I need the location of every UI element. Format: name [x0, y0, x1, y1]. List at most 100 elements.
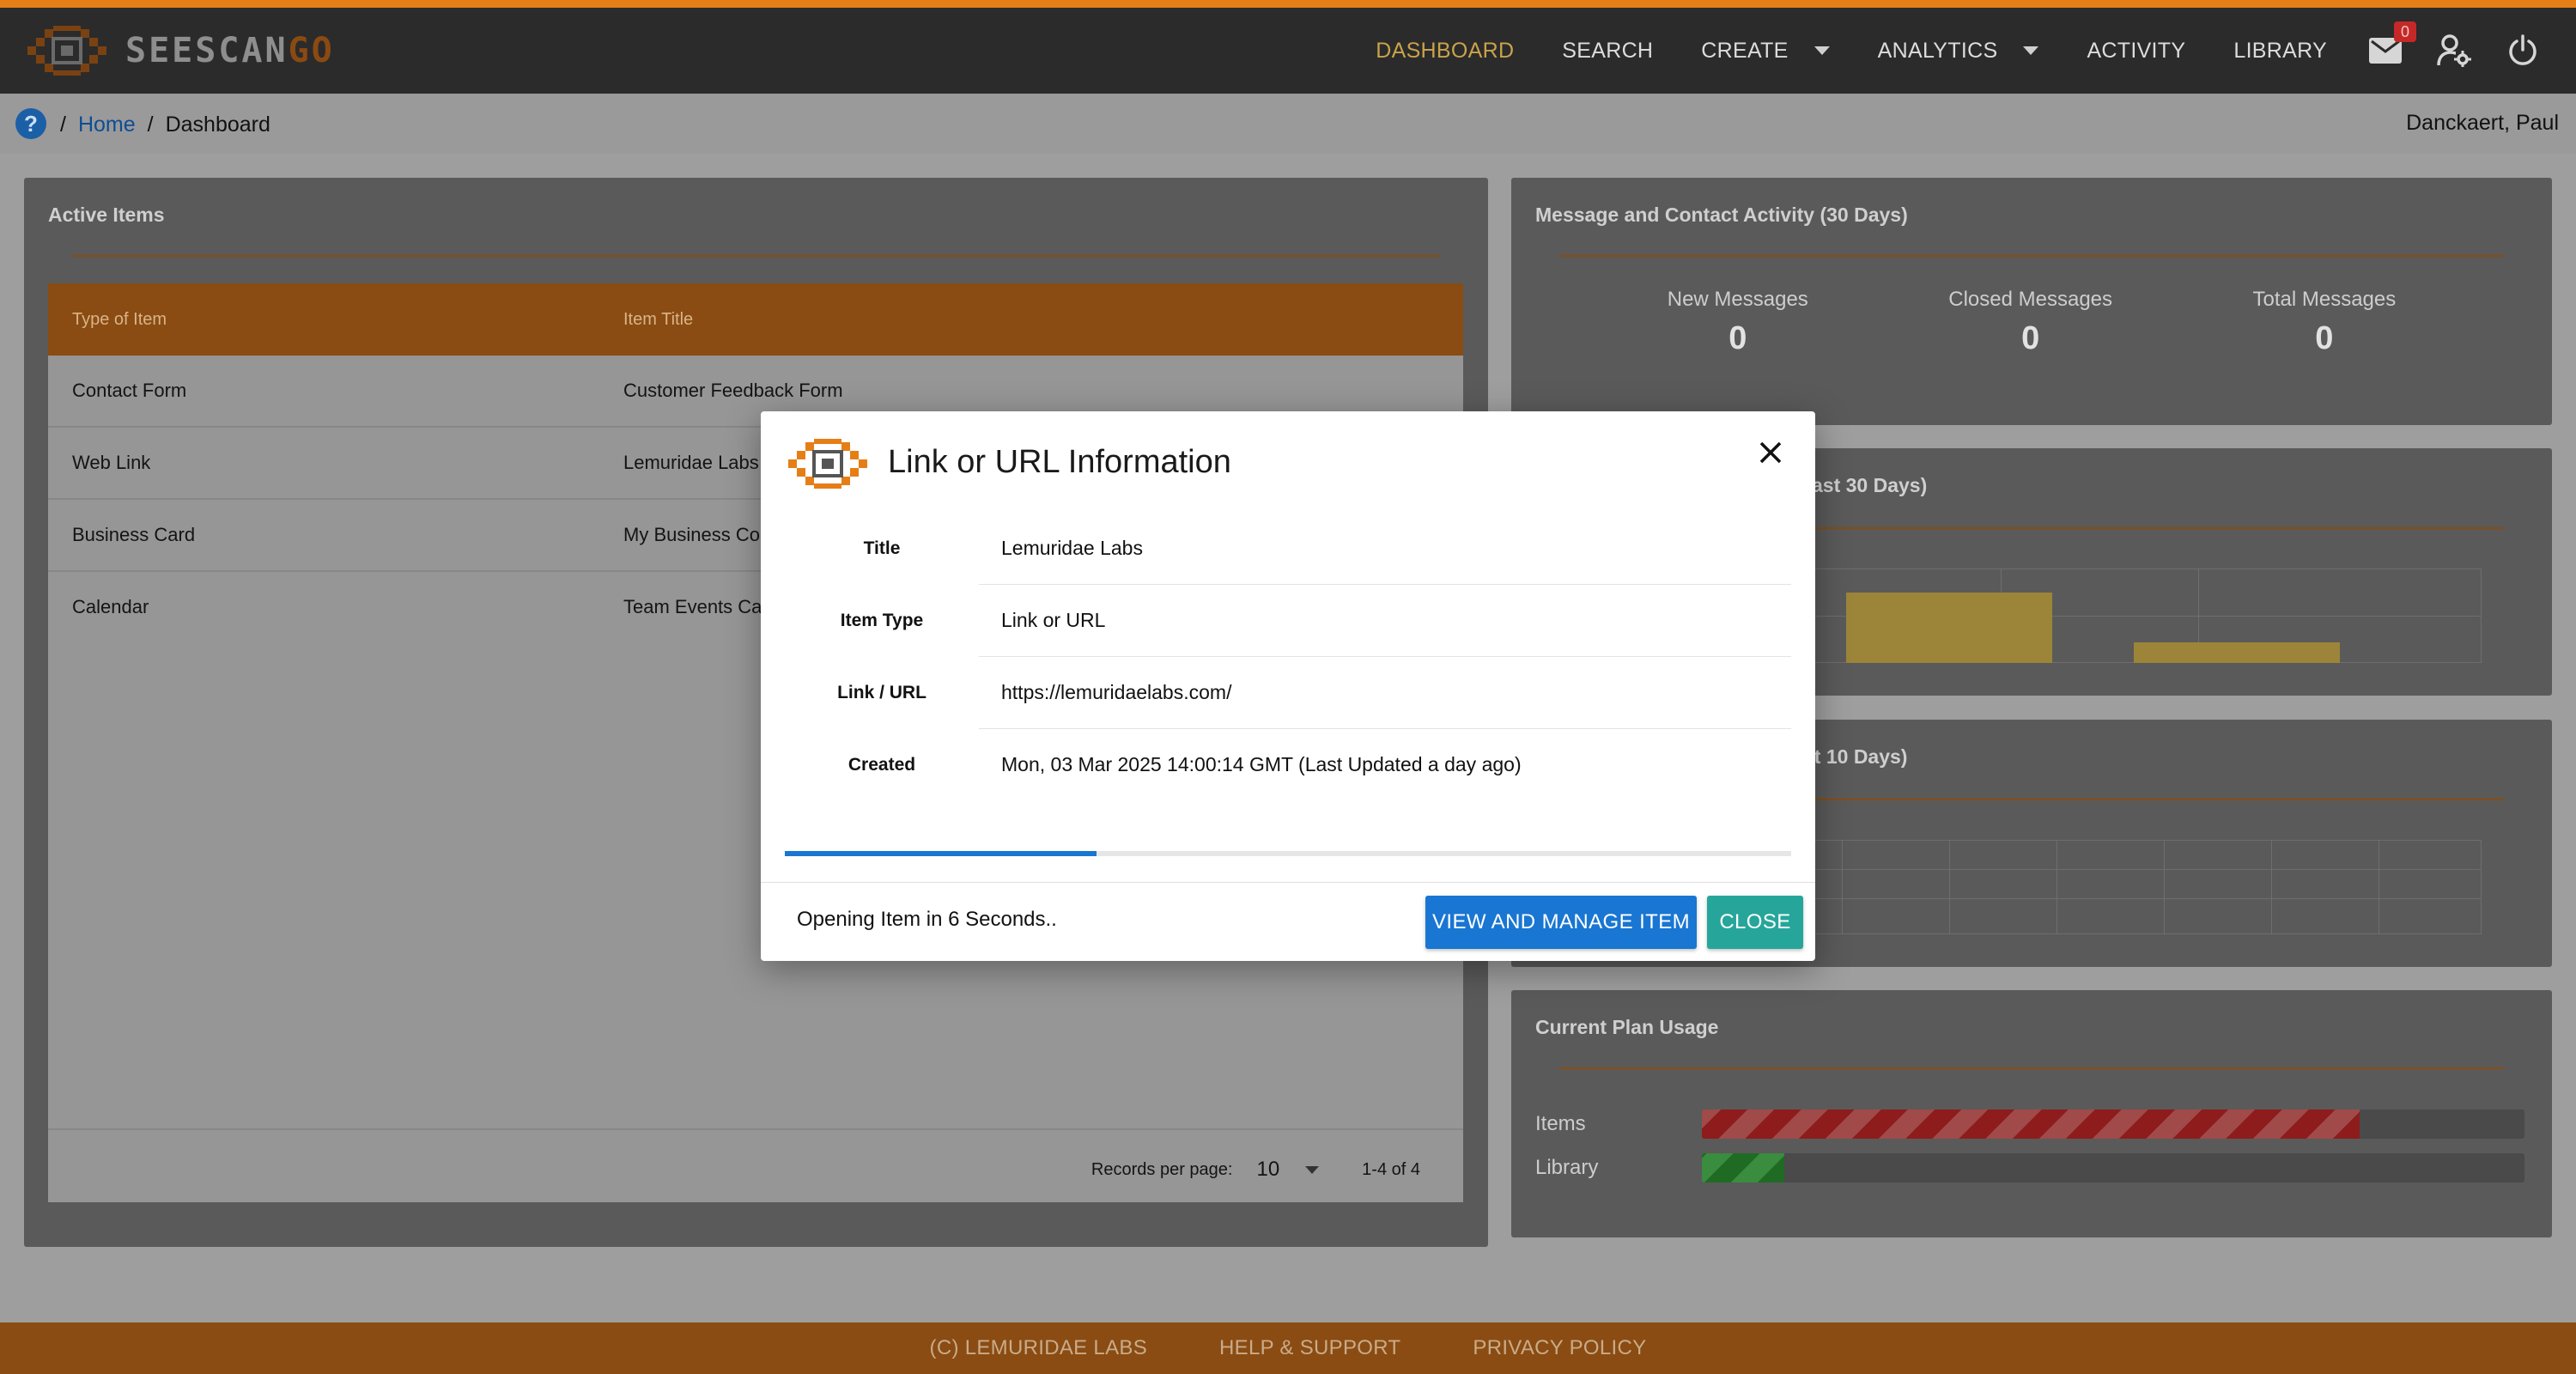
info-value: Lemuridae Labs — [1001, 537, 1143, 559]
info-label: Link / URL — [837, 683, 927, 702]
message-activity-card: Message and Contact Activity (30 Days) N… — [1511, 178, 2552, 425]
plan-usage-title: Current Plan Usage — [1535, 1016, 1719, 1038]
top-navbar: SEESCANGO DASHBOARD SEARCH CREATE ANALYT… — [0, 8, 2576, 94]
link-info-dialog: Link or URL Information Title Lemuridae … — [761, 411, 1815, 961]
records-per-page-value: 10 — [1256, 1158, 1280, 1181]
power-icon — [2509, 34, 2537, 65]
breadcrumb-bar: ? / Home / Dashboard Danckaert, Paul — [0, 94, 2576, 154]
redirect-progress-fill — [785, 851, 1097, 856]
nav-library[interactable]: LIBRARY — [2233, 39, 2327, 64]
info-label: Title — [863, 538, 901, 558]
plan-items-fill — [1702, 1110, 2360, 1139]
stat-value: 0 — [2315, 320, 2334, 356]
plan-usage-card: Current Plan Usage Items Library — [1511, 990, 2552, 1237]
footer-help-link[interactable]: HELP & SUPPORT — [1219, 1336, 1400, 1360]
info-value: Link or URL — [1001, 609, 1106, 631]
footer-privacy-link[interactable]: PRIVACY POLICY — [1473, 1336, 1646, 1360]
chevron-down-icon — [1305, 1165, 1320, 1174]
nav-dashboard[interactable]: DASHBOARD — [1376, 39, 1514, 64]
plan-items-bar — [1702, 1110, 2524, 1139]
dialog-close-button[interactable] — [1752, 434, 1789, 471]
cell-type: Contact Form — [72, 380, 187, 401]
cell-type: Web Link — [72, 452, 151, 473]
chart-30-title: ast 30 Days) — [1812, 474, 1928, 496]
plan-library-label: Library — [1535, 1156, 1599, 1179]
column-header-title[interactable]: Item Title — [623, 310, 693, 330]
card-divider — [72, 255, 1440, 257]
redirect-status: Opening Item in 6 Seconds.. — [797, 908, 1057, 931]
user-name: Danckaert, Paul — [2406, 111, 2559, 135]
nav-search[interactable]: SEARCH — [1562, 39, 1653, 64]
plan-library-bar — [1702, 1153, 2524, 1182]
info-label: Item Type — [840, 611, 924, 630]
view-manage-item-button[interactable]: VIEW AND MANAGE ITEM — [1425, 896, 1697, 949]
eye-logo-icon — [788, 439, 867, 489]
message-activity-title: Message and Contact Activity (30 Days) — [1535, 204, 1908, 226]
dialog-divider — [761, 882, 1815, 883]
info-row-created: Created Mon, 03 Mar 2025 14:00:14 GMT (L… — [785, 729, 1791, 801]
table-header: Type of Item Item Title — [48, 283, 1463, 356]
cell-title: My Business Co — [623, 524, 760, 545]
active-items-title: Active Items — [48, 204, 165, 226]
stat-label: Total Messages — [2252, 288, 2397, 311]
cell-type: Calendar — [72, 596, 149, 617]
stat-label: New Messages — [1667, 288, 1808, 311]
info-value: Mon, 03 Mar 2025 14:00:14 GMT (Last Upda… — [1001, 753, 1522, 775]
card-divider — [1559, 1067, 2504, 1069]
nav-create-label: CREATE — [1701, 38, 1789, 63]
mail-button[interactable]: 0 — [2366, 21, 2416, 70]
accent-strip — [0, 0, 2576, 8]
records-per-page-select[interactable]: 10 — [1256, 1158, 1320, 1182]
info-row-item-type: Item Type Link or URL — [785, 585, 1791, 657]
chart-bar[interactable] — [1846, 592, 2052, 663]
info-value[interactable]: https://lemuridaelabs.com/ — [1001, 681, 1231, 704]
redirect-progress-bar — [785, 851, 1791, 856]
footer: (C) LEMURIDAE LABS HELP & SUPPORT PRIVAC… — [0, 1322, 2576, 1374]
gridline — [2481, 568, 2482, 663]
column-header-type[interactable]: Type of Item — [72, 310, 167, 330]
mail-count-badge: 0 — [2394, 21, 2416, 42]
gridline — [2271, 840, 2272, 934]
logout-button[interactable] — [2504, 32, 2542, 70]
gridline — [2481, 840, 2482, 934]
breadcrumb-separator: / — [147, 112, 154, 137]
records-per-page-label: Records per page: — [1091, 1159, 1233, 1179]
cell-type: Business Card — [72, 524, 196, 545]
user-settings-button[interactable] — [2435, 32, 2473, 70]
info-label: Created — [848, 755, 916, 775]
nav-create[interactable]: CREATE — [1701, 38, 1830, 64]
breadcrumb-current: Dashboard — [165, 112, 270, 137]
eye-logo-icon — [27, 26, 106, 76]
stat-closed-messages: Closed Messages 0 — [1948, 288, 2112, 357]
footer-copyright-link[interactable]: (C) LEMURIDAE LABS — [930, 1336, 1147, 1360]
plan-items-label: Items — [1535, 1112, 1586, 1135]
chevron-down-icon — [2023, 46, 2039, 55]
nav-activity[interactable]: ACTIVITY — [2087, 39, 2185, 64]
help-icon[interactable]: ? — [15, 108, 46, 139]
breadcrumb-home-link[interactable]: Home — [78, 112, 136, 137]
main-nav: DASHBOARD SEARCH CREATE ANALYTICS ACTIVI… — [1352, 8, 2576, 94]
chart-10-title: st 10 Days) — [1803, 745, 1908, 768]
brand-wordmark: SEESCANGO — [125, 31, 335, 70]
cell-title: Team Events Ca — [623, 596, 762, 617]
stat-new-messages: New Messages 0 — [1668, 288, 1808, 357]
chart-bar[interactable] — [2134, 641, 2340, 663]
gridline — [1842, 840, 1843, 934]
card-divider — [1559, 255, 2504, 257]
breadcrumb: / Home / Dashboard — [60, 112, 270, 137]
table-pagination: Records per page: 10 1-4 of 4 — [48, 1128, 1463, 1202]
gridline — [2164, 840, 2165, 934]
close-icon — [1759, 441, 1782, 464]
breadcrumb-separator: / — [60, 112, 66, 137]
close-button[interactable]: CLOSE — [1707, 896, 1803, 949]
pagination-range: 1-4 of 4 — [1362, 1159, 1420, 1179]
cell-title: Customer Feedback Form — [623, 380, 843, 401]
dialog-title: Link or URL Information — [888, 444, 1231, 480]
info-row-title: Title Lemuridae Labs — [785, 513, 1791, 585]
info-row-url: Link / URL https://lemuridaelabs.com/ — [785, 657, 1791, 729]
nav-analytics-label: ANALYTICS — [1877, 38, 1998, 63]
brand-logo[interactable]: SEESCANGO — [27, 26, 335, 76]
gridline — [1949, 840, 1950, 934]
user-gear-icon — [2437, 34, 2471, 67]
nav-analytics[interactable]: ANALYTICS — [1878, 39, 2039, 64]
